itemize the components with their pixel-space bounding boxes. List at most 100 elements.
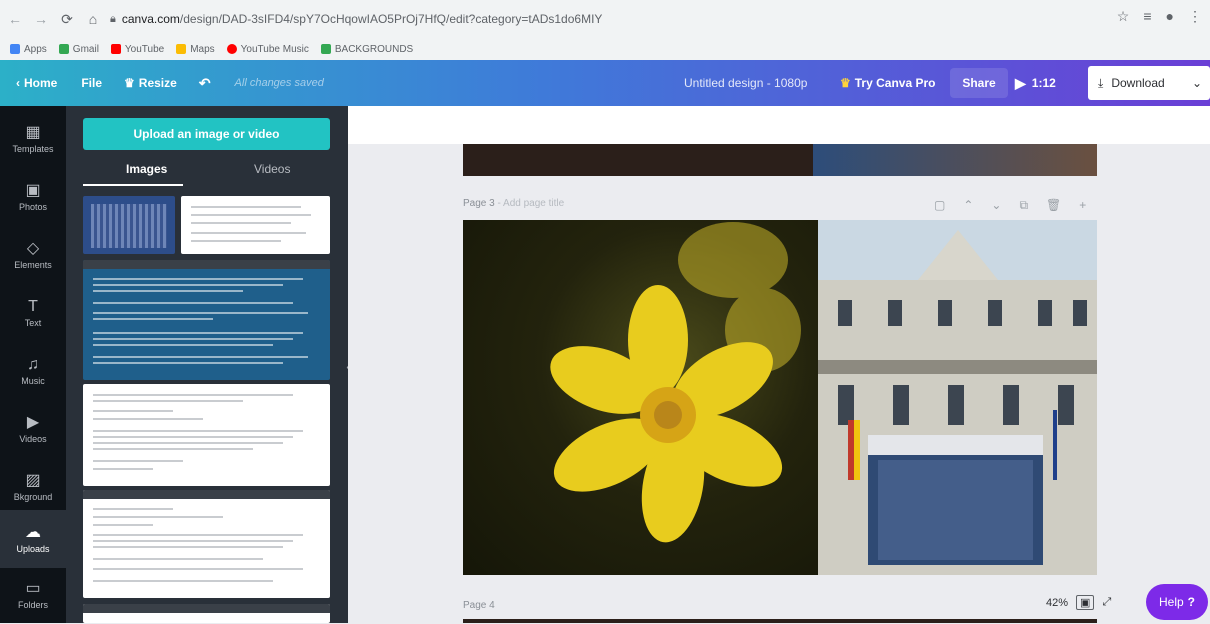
upload-thumbnail[interactable] — [83, 384, 330, 486]
reload-icon[interactable]: ⟳ — [56, 8, 78, 30]
thumbnail-header — [83, 604, 330, 613]
lock-icon: 🔒︎ — [110, 12, 116, 25]
bookmark-maps[interactable]: Maps — [176, 44, 215, 55]
flower-photo[interactable] — [463, 220, 818, 575]
side-rail: ▦ Templates ▣ Photos ◇ Elements T Text ♫ Musi… — [0, 106, 66, 623]
grid-view-icon[interactable]: ▣ — [1076, 595, 1095, 610]
rail-elements[interactable]: ◇ Elements — [0, 226, 66, 284]
zoom-controls: 42% ▣ ⤢ — [1046, 595, 1111, 610]
folder-icon — [320, 44, 331, 54]
question-icon: ? — [1187, 595, 1196, 609]
youtube-icon — [110, 44, 121, 54]
resize-button[interactable]: ♛ Resize — [124, 76, 177, 90]
youtube-music-icon — [226, 44, 237, 54]
home-icon[interactable]: ⌂ — [82, 8, 104, 30]
move-up-icon[interactable]: ⌃ — [963, 198, 973, 213]
bookmark-youtube-music[interactable]: YouTube Music — [226, 44, 309, 55]
back-icon[interactable]: ← — [4, 8, 26, 30]
rail-uploads[interactable]: ☁ Uploads — [0, 510, 66, 568]
bookmark-gmail[interactable]: Gmail — [58, 44, 99, 55]
thumbnail-header — [83, 260, 330, 269]
rail-photos[interactable]: ▣ Photos — [0, 168, 66, 226]
design-title[interactable]: Untitled design - 1080p — [684, 76, 807, 90]
thumbnail-image — [91, 204, 167, 248]
tab-videos[interactable]: Videos — [254, 162, 290, 176]
rail-text[interactable]: T Text — [0, 284, 66, 342]
move-down-icon[interactable]: ⌄ — [991, 198, 1001, 213]
flower-illustration — [550, 222, 801, 543]
background-icon: ▨ — [25, 471, 41, 489]
menu-icon[interactable]: ⋮ — [1188, 8, 1202, 25]
add-page-title[interactable]: - Add page title — [497, 198, 564, 209]
upload-thumbnail[interactable] — [83, 196, 175, 254]
trash-icon[interactable]: 🗑︎ — [1046, 198, 1061, 213]
share-button[interactable]: Share — [950, 68, 1008, 98]
apps-icon — [10, 44, 20, 54]
active-tab-indicator — [83, 184, 183, 186]
upload-thumbnail[interactable] — [83, 604, 330, 623]
maps-icon — [176, 44, 187, 54]
upload-media-button[interactable]: Upload an image or video — [83, 118, 330, 150]
bookmarks-bar: Apps Gmail YouTube Maps YouTube Music BA… — [0, 38, 1210, 60]
chevron-down-icon: ⌄ — [1191, 76, 1202, 90]
add-page-icon[interactable]: + — [1079, 198, 1086, 213]
canvas-toolbar-strip — [348, 106, 1210, 144]
address-bar[interactable]: 🔒︎ canva.com /design/DAD-3sIFD4/spY7OcHq… — [110, 7, 1110, 31]
editor-topbar: ‹ Home File ♛ Resize ↶ All changes saved U… — [0, 60, 1210, 106]
home-button[interactable]: ‹ Home — [16, 76, 57, 90]
building-photo[interactable] — [818, 220, 1097, 575]
page-2-image — [813, 144, 1097, 176]
bookmark-backgrounds[interactable]: BACKGROUNDS — [320, 44, 413, 55]
rail-templates[interactable]: ▦ Templates — [0, 110, 66, 168]
tab-images[interactable]: Images — [126, 162, 167, 176]
bookmark-youtube[interactable]: YouTube — [110, 44, 164, 55]
rail-music[interactable]: ♫ Music — [0, 342, 66, 400]
url-domain: canva.com — [121, 12, 180, 26]
reading-list-icon[interactable]: ≡ — [1143, 8, 1151, 25]
canvas-area: Page 3 - Add page title ▢ ⌃ ⌄ ⧉ 🗑︎ + Pag… — [348, 106, 1210, 623]
file-menu[interactable]: File — [81, 76, 102, 90]
thumbnail-header — [83, 490, 330, 499]
chevron-left-icon: ‹ — [16, 76, 20, 90]
undo-icon[interactable]: ↶ — [199, 75, 211, 92]
text-icon: T — [28, 297, 38, 315]
profile-icon[interactable]: ● — [1166, 8, 1174, 25]
duplicate-icon[interactable]: ⧉ — [1019, 198, 1028, 213]
videos-icon: ▶ — [26, 413, 40, 431]
folders-icon: ▭ — [25, 579, 41, 597]
elements-icon: ◇ — [26, 239, 40, 257]
browser-toolbar: ← → ⟳ ⌂ 🔒︎ canva.com /design/DAD-3sIFD4/… — [0, 0, 1210, 38]
page-4-preview[interactable] — [463, 619, 1097, 623]
rail-videos[interactable]: ▶ Videos — [0, 400, 66, 458]
page-3-label: Page 3 - Add page title — [463, 198, 565, 209]
building-illustration — [818, 220, 1097, 575]
google-icon — [58, 44, 69, 54]
music-icon: ♫ — [27, 355, 39, 373]
page-4-label: Page 4 — [463, 600, 495, 611]
uploads-icon: ☁ — [25, 523, 41, 541]
crown-icon: ♛ — [124, 76, 135, 90]
save-status: All changes saved — [234, 77, 324, 89]
forward-icon[interactable]: → — [30, 8, 52, 30]
present-button[interactable]: ▶ 1:12 — [1015, 75, 1056, 92]
upload-thumbnail[interactable] — [181, 196, 330, 254]
uploads-panel: Upload an image or video Images Videos — [66, 106, 348, 623]
help-button[interactable]: Help ? — [1146, 584, 1208, 620]
star-icon[interactable]: ☆ — [1117, 8, 1130, 25]
page-3-canvas[interactable] — [463, 220, 1097, 575]
upload-thumbnail[interactable] — [83, 260, 330, 380]
template-icon: ▦ — [25, 123, 41, 141]
bookmark-apps[interactable]: Apps — [10, 44, 47, 55]
notes-icon[interactable]: ▢ — [934, 198, 945, 213]
rail-background[interactable]: ▨ Bkground — [0, 458, 66, 516]
download-icon: ⤓ — [1098, 75, 1104, 90]
upload-thumbnail[interactable] — [83, 490, 330, 598]
zoom-level[interactable]: 42% — [1046, 597, 1068, 609]
rail-folders[interactable]: ▭ Folders — [0, 566, 66, 624]
play-icon: ▶ — [1015, 74, 1026, 91]
photos-icon: ▣ — [25, 181, 41, 199]
try-canva-pro-button[interactable]: ♛ Try Canva Pro — [840, 76, 935, 90]
fullscreen-icon[interactable]: ⤢ — [1102, 596, 1111, 609]
page-2-preview[interactable] — [463, 144, 1097, 176]
download-button[interactable]: ⤓ Download ⌄ — [1088, 66, 1210, 100]
